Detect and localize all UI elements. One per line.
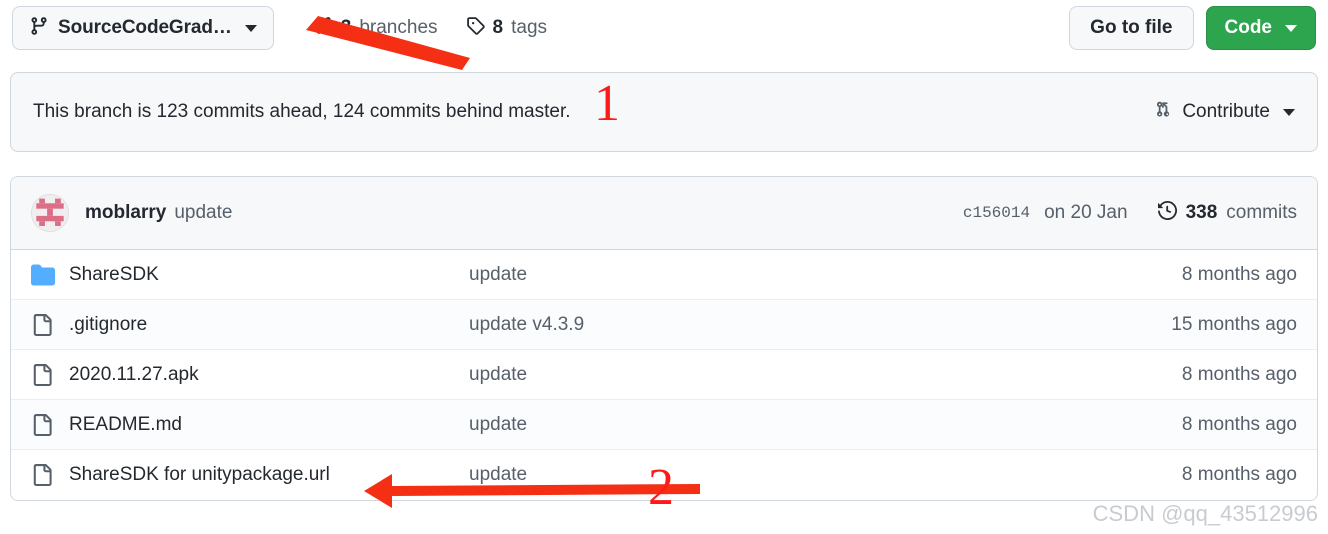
table-row[interactable]: 2020.11.27.apk update 8 months ago [11, 350, 1317, 400]
folder-icon [31, 263, 59, 287]
branch-status-text: This branch is 123 commits ahead, 124 co… [33, 101, 571, 122]
watermark: CSDN @qq_43512996 [1092, 501, 1318, 526]
commits-label: commits [1226, 202, 1297, 223]
latest-commit-header: moblarry update c156014 on 20 Jan 338 co… [11, 177, 1317, 250]
chevron-down-icon [1285, 24, 1297, 32]
branch-selector-label: SourceCodeGrad… [58, 17, 232, 38]
history-icon [1157, 200, 1177, 226]
file-commit-time: 8 months ago [1181, 413, 1297, 435]
file-commit-time: 8 months ago [1181, 363, 1297, 385]
file-icon [31, 413, 59, 436]
file-commit-time: 15 months ago [1171, 313, 1297, 335]
tags-count: 8 [492, 17, 504, 38]
file-commit-message[interactable]: update [469, 464, 1182, 486]
commits-count: 338 [1185, 202, 1218, 223]
table-row[interactable]: ShareSDK for unitypackage.url update 8 m… [11, 450, 1317, 500]
file-name[interactable]: .gitignore [69, 314, 469, 336]
file-commit-message[interactable]: update [469, 264, 1182, 286]
avatar[interactable] [31, 194, 69, 232]
file-name[interactable]: README.md [69, 414, 469, 436]
chevron-down-icon [1283, 108, 1295, 116]
repo-meta-links: 3 branches 8 tags [314, 16, 547, 41]
commit-date: on 20 Jan [1044, 202, 1128, 223]
file-commit-message[interactable]: update [469, 364, 1182, 386]
branch-status-notice: This branch is 123 commits ahead, 124 co… [10, 72, 1318, 152]
file-name[interactable]: ShareSDK [69, 264, 469, 286]
file-list-container: moblarry update c156014 on 20 Jan 338 co… [10, 176, 1318, 501]
repo-toolbar: SourceCodeGrad… 3 branches 8 tags Go to … [0, 0, 1328, 56]
commit-author[interactable]: moblarry [85, 202, 166, 224]
file-commit-time: 8 months ago [1181, 464, 1297, 485]
chevron-down-icon [244, 24, 257, 32]
contribute-label: Contribute [1182, 101, 1270, 122]
tags-label: tags [511, 17, 548, 38]
branches-label: branches [359, 17, 438, 38]
file-name[interactable]: ShareSDK for unitypackage.url [69, 464, 469, 486]
table-row[interactable]: ShareSDK update 8 months ago [11, 250, 1317, 300]
table-row[interactable]: .gitignore update v4.3.9 15 months ago [11, 300, 1317, 350]
commit-sha[interactable]: c156014 [963, 204, 1030, 222]
contribute-button[interactable]: Contribute [1154, 100, 1295, 125]
file-icon [31, 313, 59, 336]
tags-link[interactable]: 8 tags [466, 16, 548, 41]
file-icon [31, 464, 59, 486]
branches-link[interactable]: 3 branches [314, 16, 438, 41]
branch-selector-button[interactable]: SourceCodeGrad… [12, 6, 274, 50]
git-branch-icon [29, 16, 49, 41]
tag-icon [466, 16, 485, 41]
go-to-file-button[interactable]: Go to file [1069, 6, 1194, 50]
code-button[interactable]: Code [1205, 6, 1316, 50]
commit-message[interactable]: update [174, 202, 232, 224]
commits-count-link[interactable]: 338 commits [1157, 200, 1297, 226]
file-commit-time: 8 months ago [1181, 263, 1297, 285]
table-row[interactable]: README.md update 8 months ago [11, 400, 1317, 450]
branches-count: 3 [340, 17, 352, 38]
code-button-label: Code [1224, 17, 1273, 38]
file-rows: ShareSDK update 8 months ago .gitignore … [11, 250, 1317, 500]
file-name[interactable]: 2020.11.27.apk [69, 364, 469, 386]
git-branch-icon [314, 16, 333, 41]
file-commit-message[interactable]: update [469, 414, 1182, 436]
file-commit-message[interactable]: update v4.3.9 [469, 314, 1171, 336]
git-pull-request-icon [1154, 100, 1173, 125]
file-icon [31, 363, 59, 386]
